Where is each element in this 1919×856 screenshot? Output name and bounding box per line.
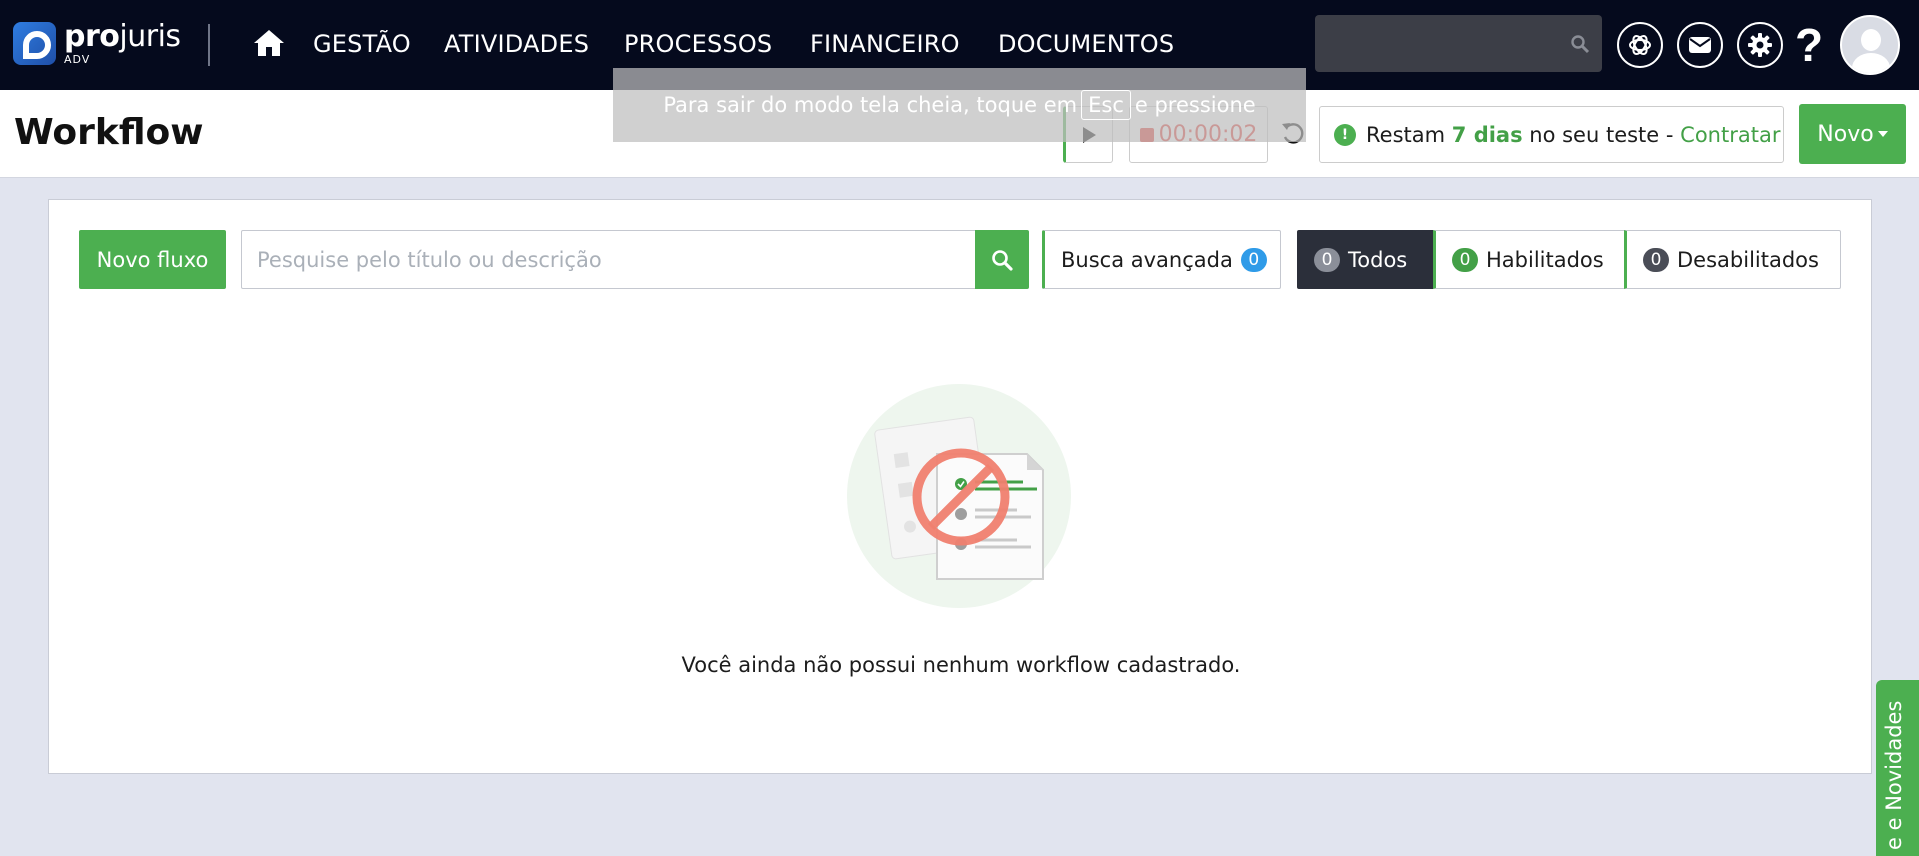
search-icon <box>1571 35 1590 54</box>
projuris-logo[interactable]: projuris ADV <box>13 22 181 65</box>
help-icon[interactable]: ? <box>1795 18 1823 72</box>
nav-item-atividades[interactable]: ATIVIDADES <box>444 30 589 58</box>
nav-item-gestao[interactable]: GESTÃO <box>313 30 411 58</box>
filter-count-badge: 0 <box>1452 247 1478 272</box>
fullscreen-notice-text: Para sair do modo tela cheia, toque em <box>663 93 1078 117</box>
caret-down-icon <box>1877 131 1888 137</box>
search-button[interactable] <box>975 230 1029 289</box>
gear-icon <box>1748 33 1772 57</box>
nav-item-processos[interactable]: PROCESSOS <box>624 30 772 58</box>
logo-mark-icon <box>13 22 56 65</box>
filter-count-badge: 0 <box>1643 247 1669 272</box>
filter-label: Todos <box>1348 247 1408 272</box>
alert-icon: ! <box>1334 123 1356 146</box>
fullscreen-notice: Para sair do modo tela cheia, toque em E… <box>613 68 1306 142</box>
filter-count-badge: 0 <box>1314 247 1340 272</box>
page-title: Workflow <box>14 112 204 153</box>
trial-status-box: ! Restam 7 dias no seu teste - Contratar <box>1319 106 1784 163</box>
search-icon <box>992 249 1013 271</box>
new-flow-button[interactable]: Novo fluxo <box>79 230 226 289</box>
logo-subtitle: ADV <box>64 53 91 66</box>
advanced-search-button[interactable]: Busca avançada 0 <box>1042 230 1281 289</box>
nav-item-financeiro[interactable]: FINANCEIRO <box>810 30 960 58</box>
messages-button[interactable] <box>1677 22 1723 68</box>
fullscreen-notice-text-end: e pressione <box>1134 93 1256 117</box>
news-side-tab-label: e e Novidades <box>1882 700 1906 850</box>
empty-state-illustration <box>847 384 1071 608</box>
workflow-card: Novo fluxo Busca avançada 0 0 Todos 0 Ha… <box>48 199 1872 774</box>
filter-label: Desabilitados <box>1677 247 1819 272</box>
advanced-search-label: Busca avançada <box>1061 247 1233 272</box>
esc-key-label: Esc <box>1081 90 1131 120</box>
news-side-tab[interactable]: e e Novidades <box>1876 680 1919 856</box>
home-icon[interactable] <box>253 28 285 58</box>
trial-middle: no seu teste - <box>1529 122 1674 147</box>
envelope-icon <box>1689 37 1711 53</box>
advanced-search-count-badge: 0 <box>1240 247 1267 272</box>
filter-desabilitados[interactable]: 0 Desabilitados <box>1624 230 1841 289</box>
nav-item-documentos[interactable]: DOCUMENTOS <box>998 30 1174 58</box>
logo-text-bold: pro <box>64 19 120 54</box>
empty-state-message: Você ainda não possui nenhum workflow ca… <box>681 653 1241 677</box>
openai-icon <box>1629 34 1651 56</box>
nav-divider <box>208 24 210 66</box>
ai-assistant-button[interactable] <box>1617 22 1663 68</box>
new-dropdown-button[interactable]: Novo <box>1799 104 1906 164</box>
settings-button[interactable] <box>1737 22 1783 68</box>
new-button-label: Novo <box>1817 121 1874 147</box>
filter-todos[interactable]: 0 Todos <box>1297 230 1434 289</box>
global-search-input[interactable] <box>1315 15 1602 72</box>
user-avatar[interactable] <box>1840 15 1900 75</box>
trial-prefix: Restam <box>1366 122 1446 147</box>
filter-habilitados[interactable]: 0 Habilitados <box>1433 230 1626 289</box>
trial-days: 7 dias <box>1451 122 1523 147</box>
workflow-search-input[interactable] <box>241 230 976 289</box>
logo-text-regular: juris <box>119 19 181 54</box>
contratar-link[interactable]: Contratar <box>1680 123 1780 147</box>
filter-label: Habilitados <box>1486 247 1604 272</box>
